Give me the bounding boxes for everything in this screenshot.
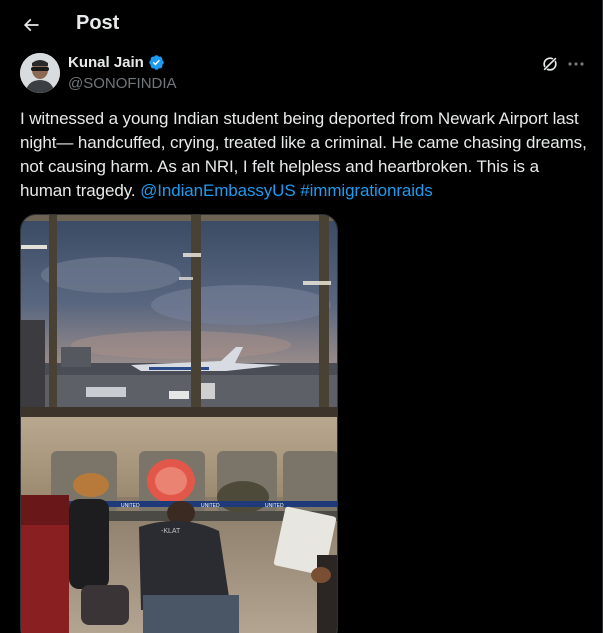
author-name-row[interactable]: Kunal Jain <box>68 54 165 71</box>
stanchion-brand-text: UNITED <box>265 503 284 509</box>
page-header: Post <box>0 0 602 50</box>
stanchion-brand-text: UNITED <box>201 503 220 509</box>
more-options-button[interactable] <box>564 53 588 75</box>
avatar-image <box>20 53 60 93</box>
post-detail-page: Post Kunal Jain @SONOFINDIA I witnessed … <box>0 0 603 633</box>
page-title: Post <box>76 12 120 34</box>
post-text: I witnessed a young Indian student being… <box>20 107 590 203</box>
verified-badge-icon <box>149 55 164 70</box>
airport-gate-photo: UNITED UNITED UNITED UNITED -KLAT <box>21 215 337 633</box>
post-photo[interactable]: UNITED UNITED UNITED UNITED -KLAT <box>20 214 338 633</box>
arrow-left-icon <box>23 18 39 32</box>
grok-icon <box>542 56 558 72</box>
more-horizontal-icon <box>568 62 584 66</box>
author-name[interactable]: Kunal Jain <box>68 54 144 71</box>
mention-link[interactable]: @IndianEmbassyUS <box>140 181 296 200</box>
avatar[interactable] <box>20 53 60 93</box>
author-handle[interactable]: @SONOFINDIA <box>68 75 177 92</box>
stanchion-brand-text: UNITED <box>121 503 140 509</box>
back-button[interactable] <box>14 8 48 42</box>
svg-text:-KLAT: -KLAT <box>161 528 181 535</box>
grok-button[interactable] <box>539 53 561 75</box>
hashtag-link[interactable]: #immigrationraids <box>300 181 433 200</box>
